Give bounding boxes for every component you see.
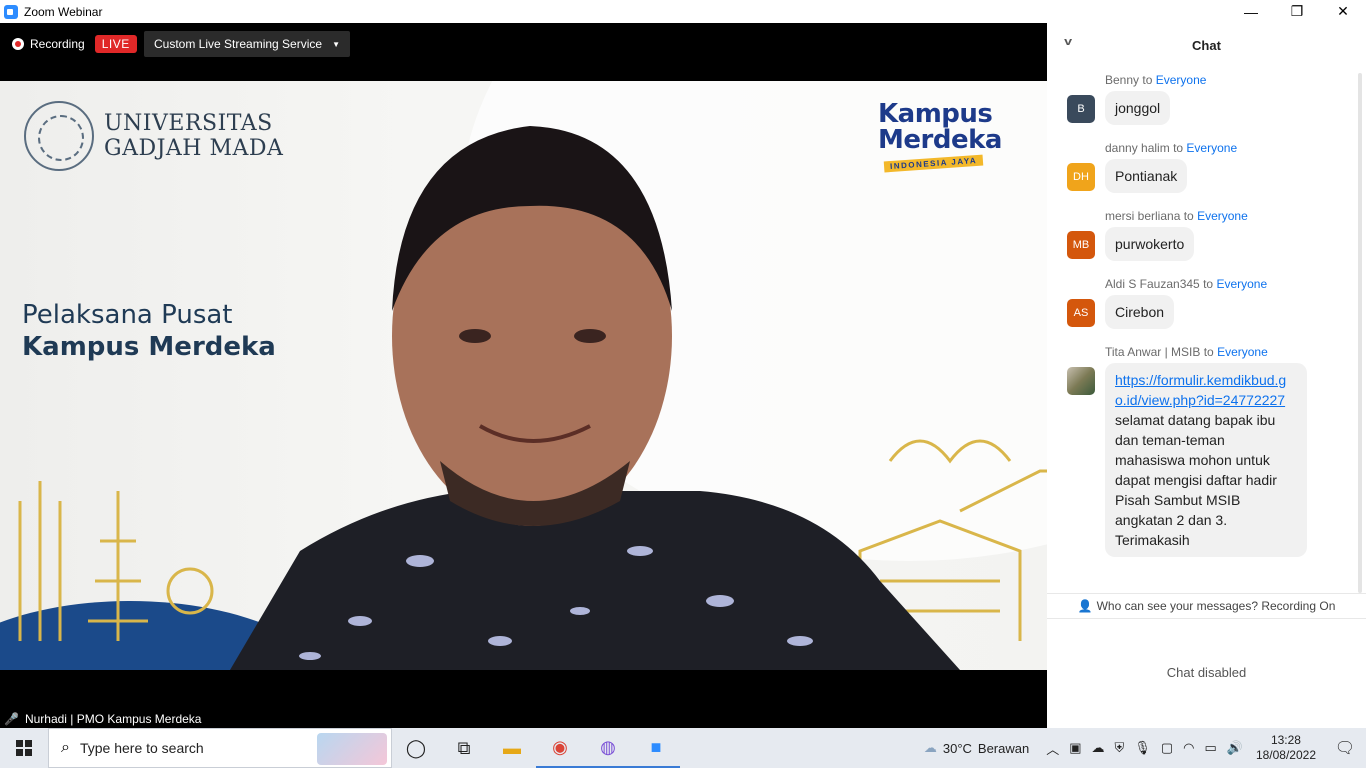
- speaker-name: Nurhadi | PMO Kampus Merdeka: [24, 711, 202, 726]
- message-bubble: Cirebon: [1105, 295, 1175, 329]
- search-icon: ⌕: [61, 739, 70, 756]
- volume-icon[interactable]: 🔊: [1227, 740, 1243, 756]
- speaker-figure: [230, 126, 960, 670]
- message-bubble: https://formulir.kemdikbud.go.id/view.ph…: [1105, 363, 1307, 557]
- meeting-top-bar: Recording LIVE Custom Live Streaming Ser…: [0, 23, 1047, 81]
- speaker-video: UNIVERSITAS GADJAH MADA Kampus Merdeka I…: [0, 81, 1047, 670]
- system-tray: ☁ 30°C Berawan ︿ ▣ ☁ ⛨ 🎙 ▢ ◠ ▭ 🔊 13:28 1…: [924, 728, 1366, 768]
- to-word: to: [1183, 209, 1194, 223]
- minimize-button[interactable]: —: [1228, 0, 1274, 23]
- chevron-up-icon[interactable]: ︿: [1046, 739, 1059, 758]
- window-title: Zoom Webinar: [24, 4, 103, 19]
- onedrive-icon[interactable]: ☁: [1092, 740, 1105, 756]
- recording-indicator[interactable]: Recording LIVE: [12, 35, 137, 53]
- security-icon[interactable]: ⛨: [1115, 740, 1125, 756]
- message-bubble: Pontianak: [1105, 159, 1188, 193]
- stream-service-label: Custom Live Streaming Service: [154, 37, 323, 51]
- zoom-taskbar-icon[interactable]: ■: [632, 728, 680, 768]
- to-word: to: [1142, 73, 1153, 87]
- message-text: selamat datang bapak ibu dan teman-teman…: [1115, 412, 1277, 548]
- chat-message: MB mersi berliana to Everyone purwokerto: [1047, 209, 1366, 261]
- microphone-icon[interactable]: 🎙: [1134, 740, 1151, 756]
- avatar: B: [1067, 95, 1095, 123]
- cloud-icon: ☁: [923, 740, 937, 755]
- sender-name: Aldi S Fauzan345: [1105, 277, 1200, 291]
- sender-name: danny halim: [1105, 141, 1170, 155]
- recipient: Everyone: [1197, 209, 1248, 223]
- start-button[interactable]: [0, 728, 48, 768]
- game-app-icon[interactable]: ◍: [584, 728, 632, 768]
- record-icon: [12, 38, 24, 50]
- live-badge: LIVE: [94, 35, 137, 53]
- chat-panel: v Chat B Benny to Everyone jonggol DH da…: [1047, 23, 1366, 728]
- avatar-photo: [1067, 367, 1095, 395]
- wifi-icon[interactable]: ◠: [1183, 740, 1194, 756]
- speaker-name-tag: 🎤 Nurhadi | PMO Kampus Merdeka: [0, 709, 208, 728]
- windows-logo-icon: [16, 740, 32, 756]
- search-highlight-art: [317, 733, 387, 765]
- chat-title: Chat: [1192, 37, 1221, 53]
- recipient: Everyone: [1155, 73, 1207, 87]
- chat-messages[interactable]: B Benny to Everyone jonggol DH danny hal…: [1047, 67, 1366, 593]
- sender-name: mersi berliana: [1105, 209, 1181, 223]
- chat-message: AS Aldi S Fauzan345 to Everyone Cirebon: [1047, 277, 1366, 329]
- to-word: to: [1203, 277, 1214, 291]
- file-explorer-icon[interactable]: ▬: [488, 728, 536, 768]
- notification-icon[interactable]: 🗨: [1330, 738, 1360, 758]
- chevron-down-icon[interactable]: v: [1064, 36, 1072, 48]
- message-link[interactable]: https://formulir.kemdikbud.go.id/view.ph…: [1115, 372, 1286, 408]
- recipient: Everyone: [1186, 141, 1238, 155]
- stream-service-dropdown[interactable]: Custom Live Streaming Service ▼: [144, 31, 350, 57]
- message-bubble: purwokerto: [1105, 227, 1195, 261]
- taskbar: ⌕ Type here to search ◯ ⧉ ▬ ◉ ◍ ■ ☁ 30°C…: [0, 728, 1366, 768]
- restore-button[interactable]: ❐: [1274, 0, 1320, 23]
- message-bubble: jonggol: [1105, 91, 1171, 125]
- recording-label: Recording: [30, 37, 85, 51]
- mic-muted-icon: 🎤: [4, 711, 19, 726]
- video-stage: Recording LIVE Custom Live Streaming Ser…: [0, 23, 1047, 728]
- taskbar-search[interactable]: ⌕ Type here to search: [48, 728, 392, 768]
- avatar: AS: [1067, 299, 1095, 327]
- device-icon[interactable]: ▢: [1161, 740, 1173, 756]
- chat-message: B Benny to Everyone jonggol: [1047, 73, 1366, 125]
- recipient: Everyone: [1216, 277, 1268, 291]
- sender-name: Benny: [1105, 73, 1140, 87]
- chrome-icon[interactable]: ◉: [536, 728, 584, 768]
- close-button[interactable]: ✕: [1320, 0, 1366, 23]
- chat-disabled-notice: Chat disabled: [1166, 665, 1247, 680]
- to-word: to: [1203, 345, 1214, 359]
- title-bar: Zoom Webinar — ❐ ✕: [0, 0, 1366, 23]
- sender-name: Tita Anwar | MSIB: [1105, 345, 1201, 359]
- zoom-app-icon: [4, 4, 18, 19]
- chat-message: DH danny halim to Everyone Pontianak: [1047, 141, 1366, 193]
- task-view-icon[interactable]: ⧉: [440, 728, 488, 768]
- avatar: MB: [1067, 231, 1095, 259]
- caret-down-icon: ▼: [332, 39, 340, 49]
- battery-icon[interactable]: ▭: [1204, 740, 1216, 756]
- cortana-icon[interactable]: ◯: [392, 728, 440, 768]
- to-word: to: [1173, 141, 1184, 155]
- search-placeholder: Type here to search: [79, 740, 204, 756]
- chat-header: v Chat: [1047, 23, 1366, 67]
- message-visibility-info[interactable]: 👤 Who can see your messages? Recording O…: [1047, 593, 1366, 619]
- recipient: Everyone: [1217, 345, 1268, 359]
- visibility-text: Who can see your messages? Recording On: [1096, 599, 1336, 613]
- weather-widget[interactable]: ☁ 30°C Berawan: [924, 740, 1029, 756]
- chat-message: Tita Anwar | MSIB to Everyone https://fo…: [1047, 345, 1366, 557]
- app-tray-icon[interactable]: ▣: [1069, 740, 1081, 756]
- chat-scrollbar[interactable]: [1358, 73, 1362, 593]
- people-icon: 👤: [1077, 599, 1093, 613]
- weather-text: Berawan: [977, 740, 1030, 756]
- avatar: DH: [1067, 163, 1095, 191]
- clock-date: 18/08/2022: [1255, 748, 1316, 762]
- weather-temp: 30°C: [942, 740, 972, 756]
- clock-time: 13:28: [1270, 733, 1301, 747]
- clock[interactable]: 13:28 18/08/2022: [1256, 733, 1316, 763]
